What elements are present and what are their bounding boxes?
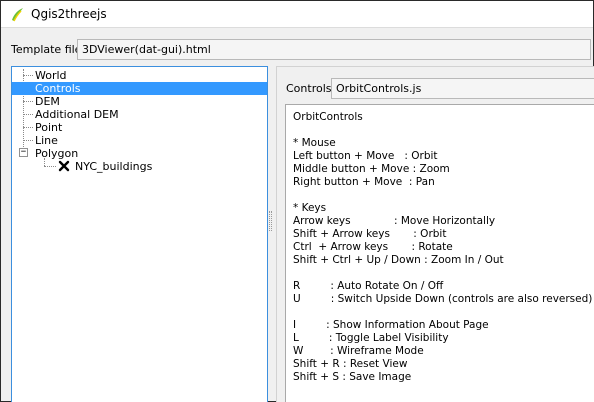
- description-line: Ctrl + Arrow keys : Rotate: [293, 241, 453, 253]
- description-line: U : Switch Upside Down (controls are als…: [293, 293, 593, 305]
- tree-item-label: World: [35, 69, 67, 82]
- tree-item-label: NYC_buildings: [75, 160, 153, 173]
- tree-item-label: Line: [35, 134, 58, 147]
- tree-item-line[interactable]: Line: [35, 134, 58, 147]
- tree-guide-line: [44, 158, 45, 166]
- description-line: W : Wireframe Mode: [293, 345, 424, 357]
- description-line: Right button + Move : Pan: [293, 176, 435, 188]
- controls-select[interactable]: OrbitControls.js: [331, 78, 594, 99]
- tree-item-label: Point: [35, 121, 63, 134]
- tree-item-label: Controls: [35, 82, 81, 95]
- title-bar: Qgis2threejs: [1, 1, 593, 28]
- description-line: Shift + Arrow keys : Orbit: [293, 228, 447, 240]
- tree-connector: [23, 75, 33, 76]
- template-file-label: Template file: [11, 43, 82, 56]
- tree-item-controls[interactable]: Controls: [12, 82, 267, 95]
- description-line: Shift + Ctrl + Up / Down : Zoom In / Out: [293, 254, 504, 266]
- tree-connector: [23, 140, 33, 141]
- description-line: Shift + S : Save Image: [293, 371, 412, 383]
- controls-select-value: OrbitControls.js: [336, 82, 422, 95]
- tree-item-dem[interactable]: DEM: [35, 95, 60, 108]
- tree-connector: [44, 166, 56, 167]
- tree-item-world[interactable]: World: [35, 69, 67, 82]
- tree-connector: [23, 114, 33, 115]
- description-line: OrbitControls: [293, 111, 363, 123]
- description-line: Shift + R : Reset View: [293, 358, 408, 370]
- tree-item-point[interactable]: Point: [35, 121, 62, 134]
- tree-item-additional-dem[interactable]: Additional DEM: [35, 108, 119, 121]
- description-line: Middle button + Move : Zoom: [293, 163, 450, 175]
- description-line: L : Toggle Label Visibility: [293, 332, 449, 344]
- controls-panel: Controls OrbitControls.js OrbitControls …: [276, 66, 594, 402]
- tree-item-nyc-buildings[interactable]: NYC_buildings: [75, 160, 152, 173]
- window-title: Qgis2threejs: [31, 7, 107, 21]
- description-line: I : Show Information About Page: [293, 319, 489, 331]
- tree-item-label: Additional DEM: [35, 108, 119, 121]
- tree-item-polygon[interactable]: Polygon: [35, 147, 78, 160]
- tree-item-label: Polygon: [35, 147, 79, 160]
- description-line: R : Auto Rotate On / Off: [293, 280, 444, 292]
- description-line: Left button + Move : Orbit: [293, 150, 438, 162]
- description-line: * Mouse: [293, 137, 336, 149]
- tree-item-label: DEM: [35, 95, 60, 108]
- description-line: * Keys: [293, 202, 327, 214]
- template-file-select[interactable]: 3DViewer(dat-gui).html: [77, 39, 591, 60]
- controls-description: OrbitControls * Mouse Left button + Move…: [285, 104, 594, 402]
- collapse-toggle[interactable]: −: [19, 148, 28, 157]
- tree-connector: [23, 127, 33, 128]
- qgis-icon: [12, 8, 23, 22]
- splitter-handle[interactable]: [269, 211, 272, 231]
- tree-connector: [23, 101, 33, 102]
- x-mark-icon[interactable]: [58, 160, 70, 172]
- template-file-value: 3DViewer(dat-gui).html: [82, 43, 211, 56]
- controls-label: Controls: [286, 82, 332, 95]
- description-line: Arrow keys : Move Horizontally: [293, 215, 496, 227]
- settings-tree[interactable]: World Controls DEM Additional DEM Point …: [11, 66, 268, 402]
